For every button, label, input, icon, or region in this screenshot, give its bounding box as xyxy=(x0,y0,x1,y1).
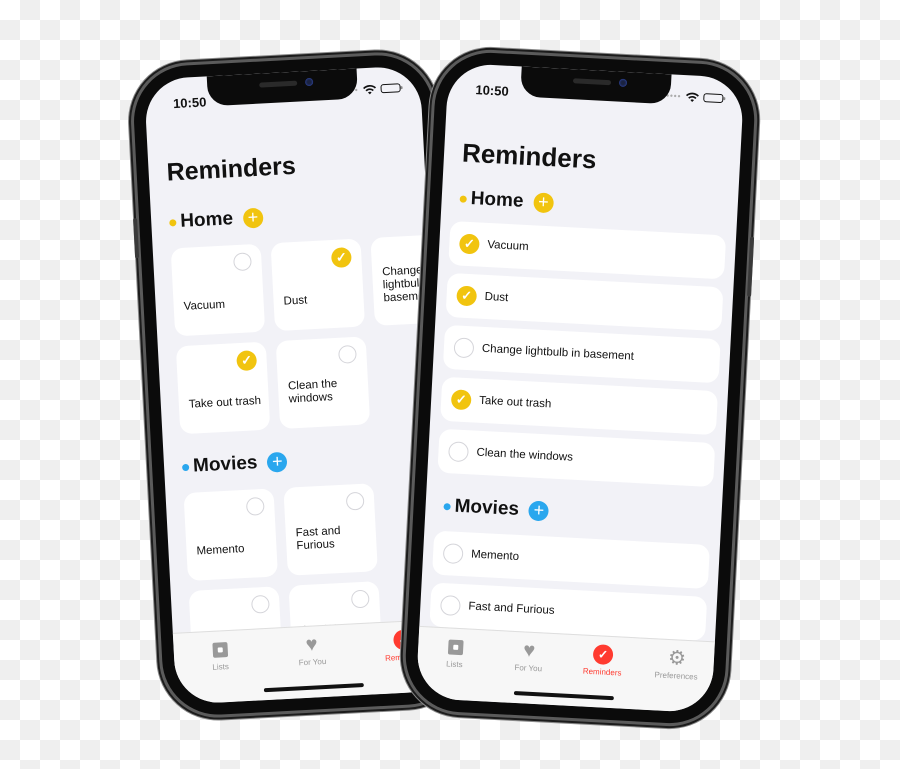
reminder-card[interactable]: Fast and Furious xyxy=(283,483,378,576)
tab-label: For You xyxy=(298,656,327,668)
section-title: Movies xyxy=(454,495,520,520)
reminder-row[interactable]: Clean the windows xyxy=(437,428,716,488)
reminder-label: Vacuum xyxy=(487,238,529,254)
reminder-label: Vacuum xyxy=(183,298,226,313)
wifi-icon xyxy=(685,92,699,102)
tab-lists[interactable]: Lists xyxy=(423,635,486,701)
reminder-card[interactable]: ✓ Take out trash xyxy=(175,341,271,435)
side-button xyxy=(747,236,755,297)
plus-icon[interactable]: + xyxy=(532,192,554,214)
reminder-label: Dust xyxy=(283,294,308,308)
status-icons: •••• xyxy=(666,90,724,104)
unchecked-circle-icon[interactable] xyxy=(439,595,461,617)
reminder-label: Clean the windows xyxy=(476,446,574,464)
reminder-label: Fast and Furious xyxy=(295,524,341,553)
movies-dot-icon xyxy=(181,463,190,471)
section-title: Movies xyxy=(192,452,258,477)
screen: 10:50 •••• Reminders Home + Vacuum ✓Dust… xyxy=(143,65,453,705)
plus-icon[interactable]: + xyxy=(266,451,288,473)
heart-icon: ♥ xyxy=(522,639,536,662)
section-header-home: Home + xyxy=(169,207,264,234)
checkmark-circle-icon: ✓ xyxy=(592,644,614,666)
checkmark-icon[interactable]: ✓ xyxy=(450,389,472,411)
home-grid: Vacuum ✓ Dust Change lightbulb in basemen… xyxy=(170,233,453,435)
unchecked-circle-icon[interactable] xyxy=(245,496,265,516)
home-list: ✓ Vacuum ✓ Dust Change lightbulb in baseme… xyxy=(437,220,727,495)
speaker xyxy=(572,78,612,86)
unchecked-circle-icon[interactable] xyxy=(350,589,370,609)
unchecked-circle-icon[interactable] xyxy=(453,337,475,359)
speaker xyxy=(259,80,298,88)
reminder-row[interactable]: Change lightbulb in basement xyxy=(442,324,721,384)
camera xyxy=(304,77,314,87)
unchecked-circle-icon[interactable] xyxy=(447,441,470,463)
reminder-label: Dust xyxy=(484,290,509,305)
tab-bar: Lists ♥ For You ✓ Reminders ⚙ Preferences xyxy=(415,625,715,714)
reminder-row[interactable]: Memento xyxy=(432,530,710,589)
reminder-label: Memento xyxy=(470,548,520,564)
screen: 10:50 •••• Reminders Home + ✓ Vacuum ✓ Dus… xyxy=(415,62,745,714)
reminder-card[interactable]: Clean the windows xyxy=(275,336,371,429)
section-header-movies: Movies + xyxy=(443,495,550,522)
camera xyxy=(618,78,628,88)
reminder-card[interactable]: ✓ Dust xyxy=(270,238,366,332)
tab-label: Lists xyxy=(445,659,463,670)
wifi-icon xyxy=(363,85,377,95)
home-dot-icon xyxy=(169,218,177,227)
reminder-label: Clean the windows xyxy=(287,377,338,406)
movies-dot-icon xyxy=(443,502,451,510)
reminder-label: Take out trash xyxy=(478,394,552,411)
checkmark-icon[interactable]: ✓ xyxy=(236,350,258,372)
status-time: 10:50 xyxy=(172,94,207,112)
reminder-label: Change lightbulb in basement xyxy=(481,342,635,363)
unchecked-circle-icon[interactable] xyxy=(442,543,464,565)
status-time: 10:50 xyxy=(475,82,510,99)
unchecked-circle-icon[interactable] xyxy=(338,344,357,364)
tab-label: Lists xyxy=(212,662,230,672)
checkmark-icon[interactable]: ✓ xyxy=(330,247,352,269)
tab-lists[interactable]: Lists xyxy=(189,638,252,704)
side-button xyxy=(133,218,140,259)
page-title: Reminders xyxy=(461,137,598,175)
checkmark-icon[interactable]: ✓ xyxy=(458,233,480,255)
list-icon xyxy=(211,641,228,658)
plus-icon[interactable]: + xyxy=(528,500,550,522)
unchecked-circle-icon[interactable] xyxy=(233,252,252,272)
home-dot-icon xyxy=(459,194,467,203)
reminder-card[interactable]: Vacuum xyxy=(170,243,266,337)
list-icon xyxy=(447,638,464,655)
battery-icon xyxy=(380,83,401,94)
reminder-row[interactable]: ✓ Vacuum xyxy=(448,220,727,280)
tab-label: For You xyxy=(514,662,543,674)
reminder-label: Memento xyxy=(196,543,245,558)
section-header-movies: Movies + xyxy=(181,451,288,478)
checkmark-icon[interactable]: ✓ xyxy=(456,285,478,307)
reminder-row[interactable]: ✓ Take out trash xyxy=(440,376,719,436)
unchecked-circle-icon[interactable] xyxy=(345,491,365,511)
gear-icon: ⚙ xyxy=(667,646,687,670)
tab-preferences[interactable]: ⚙ Preferences xyxy=(644,647,707,713)
reminder-card[interactable]: Memento xyxy=(183,488,278,582)
page-title: Reminders xyxy=(165,151,297,187)
unchecked-circle-icon[interactable] xyxy=(250,594,270,614)
battery-icon xyxy=(703,93,724,104)
reminder-row[interactable]: ✓ Dust xyxy=(445,272,724,332)
heart-icon: ♥ xyxy=(305,633,319,656)
plus-icon[interactable]: + xyxy=(242,207,264,229)
section-title: Home xyxy=(179,208,234,232)
reminder-label: Take out trash xyxy=(188,394,262,411)
section-title: Home xyxy=(470,188,525,212)
section-header-home: Home + xyxy=(459,187,554,214)
phone-list-view: 10:50 •••• Reminders Home + ✓ Vacuum ✓ Dus… xyxy=(402,50,758,726)
reminder-label: Fast and Furious xyxy=(468,600,555,617)
tab-label: Reminders xyxy=(582,666,622,678)
tab-label: Preferences xyxy=(654,670,698,682)
